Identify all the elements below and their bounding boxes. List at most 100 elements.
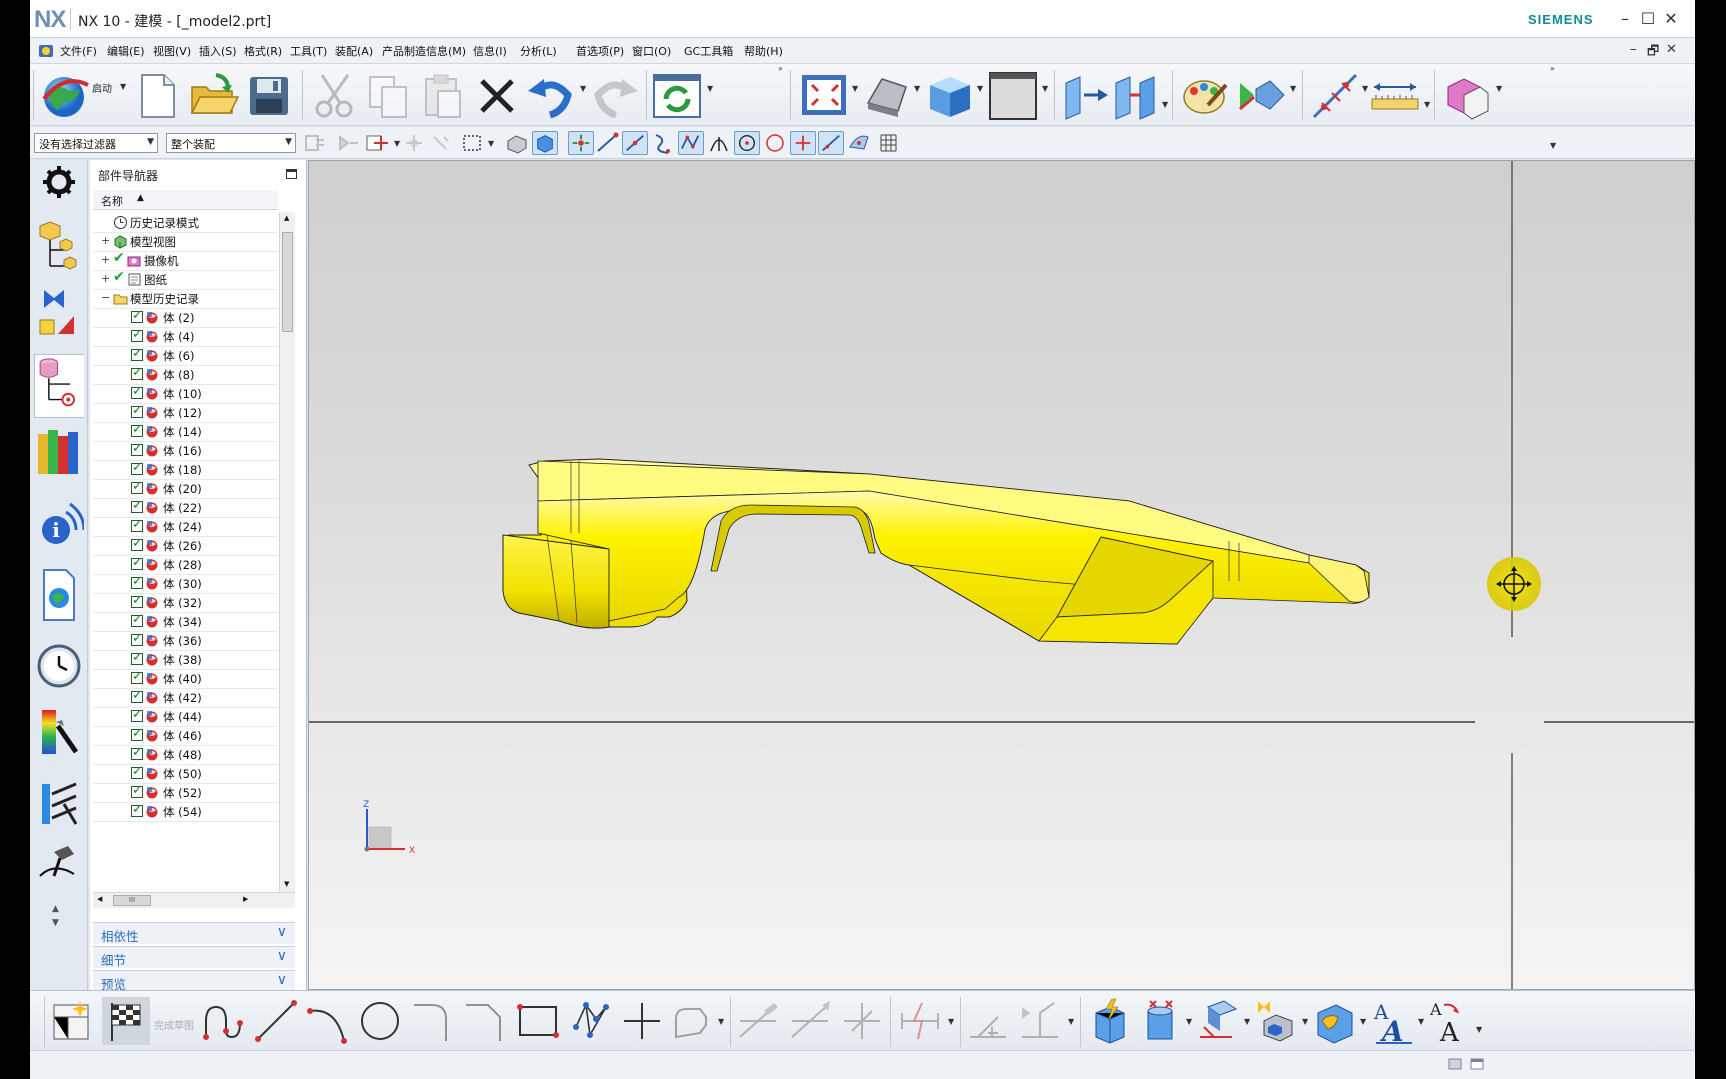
measure-length-icon[interactable] <box>1368 69 1422 123</box>
snap-point-on-curve-icon[interactable] <box>818 131 844 155</box>
feature-checkbox[interactable] <box>131 726 143 741</box>
visibility-check-icon[interactable]: ✔ <box>113 250 125 266</box>
circle-icon[interactable] <box>356 997 404 1045</box>
feature-checkbox[interactable] <box>131 365 143 380</box>
preview-panel[interactable]: 预览 ∨ <box>93 970 295 992</box>
paste-icon[interactable] <box>416 69 470 123</box>
process-studio-icon[interactable] <box>34 774 84 838</box>
background-icon[interactable] <box>986 69 1040 123</box>
visibility-check-icon[interactable]: ✔ <box>113 269 125 285</box>
datum-plane-icon[interactable] <box>1194 997 1242 1045</box>
tree-node-model-views[interactable]: + 模型视图 <box>93 231 278 252</box>
feature-row[interactable]: 体 (48) <box>93 744 278 765</box>
yellow-part-body[interactable] <box>502 458 1370 645</box>
scroll-up-arrow[interactable]: ▲ <box>284 214 289 222</box>
select-body-icon[interactable] <box>504 131 530 155</box>
menu-tools[interactable]: 工具(T) <box>290 43 327 59</box>
menu-preferences[interactable]: 首选项(P) <box>576 43 624 59</box>
feature-checkbox[interactable] <box>131 479 143 494</box>
feature-checkbox[interactable] <box>131 593 143 608</box>
show-hide-icon[interactable] <box>1234 69 1288 123</box>
doc-close-button[interactable]: ✕ <box>1666 42 1677 57</box>
expand-icon[interactable]: + <box>101 234 110 247</box>
name-column-header[interactable]: 名称 ▲ <box>93 190 278 210</box>
fit-view-icon[interactable] <box>798 69 852 123</box>
hd3d-tools-icon[interactable]: i <box>34 494 84 558</box>
geometric-constraints-icon[interactable] <box>964 997 1012 1045</box>
menu-view[interactable]: 视图(V) <box>153 43 191 59</box>
feature-row[interactable]: 体 (24) <box>93 516 278 537</box>
feature-checkbox[interactable] <box>131 707 143 722</box>
scroll-down-arrow[interactable]: ▼ <box>284 880 289 888</box>
quick-trim-icon[interactable] <box>734 997 782 1045</box>
feature-checkbox[interactable] <box>131 745 143 760</box>
menu-insert[interactable]: 插入(S) <box>199 43 237 59</box>
feature-row[interactable]: 体 (8) <box>93 364 278 385</box>
navigator-vertical-scrollbar[interactable]: ▲ ▼ <box>279 212 295 892</box>
details-panel[interactable]: 细节 ∨ <box>93 946 295 968</box>
feature-row[interactable]: 体 (6) <box>93 345 278 366</box>
feature-row[interactable]: 体 (16) <box>93 440 278 461</box>
tree-node-model-history[interactable]: − 模型历史记录 <box>93 288 278 309</box>
navigator-horizontal-scrollbar[interactable]: ◀ III ▶ <box>93 892 295 908</box>
snap-point-icon[interactable] <box>364 131 390 155</box>
view-orientation-icon[interactable] <box>922 69 976 123</box>
feature-checkbox[interactable] <box>131 308 143 323</box>
update-model-icon[interactable] <box>650 69 704 123</box>
menu-gc-toolkit[interactable]: GC工具箱 <box>684 43 733 59</box>
snap-points-toggle-icon[interactable] <box>568 131 594 155</box>
type-filter-dropdown[interactable]: 没有选择过滤器 ▼ <box>34 133 158 153</box>
snap-mid-point-icon[interactable] <box>622 131 648 155</box>
feature-checkbox[interactable] <box>131 555 143 570</box>
feature-row[interactable]: 体 (46) <box>93 725 278 746</box>
profile-icon[interactable] <box>200 997 248 1045</box>
feature-row[interactable]: 体 (2) <box>93 307 278 328</box>
feature-checkbox[interactable] <box>131 498 143 513</box>
point-icon[interactable] <box>618 997 666 1045</box>
measure-distance-icon[interactable] <box>1308 69 1362 123</box>
maximize-panel-icon[interactable] <box>286 169 297 179</box>
assembly-navigator-icon[interactable] <box>34 220 84 284</box>
feature-row[interactable]: 体 (40) <box>93 668 278 689</box>
feature-row[interactable]: 体 (36) <box>93 630 278 651</box>
snap-arc-center-icon[interactable] <box>706 131 732 155</box>
feature-row[interactable]: 体 (10) <box>93 383 278 404</box>
feature-row[interactable]: 体 (12) <box>93 402 278 423</box>
full-screen-icon[interactable] <box>1470 1057 1484 1071</box>
roles-gear-icon[interactable] <box>34 160 84 224</box>
feature-checkbox[interactable] <box>131 688 143 703</box>
doc-restore-button[interactable]: 🗗 <box>1647 42 1659 64</box>
menu-window[interactable]: 窗口(O) <box>632 43 671 59</box>
fillet-icon[interactable] <box>408 997 456 1045</box>
grid-icon[interactable] <box>876 131 902 155</box>
feature-checkbox[interactable] <box>131 783 143 798</box>
doc-minimize-button[interactable]: – <box>1630 42 1637 57</box>
feature-checkbox[interactable] <box>131 403 143 418</box>
rectangle-select-icon[interactable] <box>460 131 486 155</box>
feature-checkbox[interactable] <box>131 460 143 475</box>
history-clock-icon[interactable] <box>34 634 84 698</box>
finish-sketch-label[interactable]: 完成草图 <box>154 1017 194 1032</box>
feature-row[interactable]: 体 (50) <box>93 763 278 784</box>
cut-icon[interactable] <box>308 69 362 123</box>
tree-node-history-mode[interactable]: 历史记录模式 <box>93 212 278 233</box>
snap-point-on-face-icon[interactable] <box>846 131 872 155</box>
machining-knowledge-icon[interactable] <box>34 836 84 900</box>
vertical-scroll-thumb[interactable] <box>282 232 293 332</box>
menu-assembly[interactable]: 装配(A) <box>335 43 373 59</box>
line-icon[interactable] <box>252 997 300 1045</box>
menu-analysis[interactable]: 分析(L) <box>520 43 557 59</box>
edit-object-display-icon[interactable] <box>1178 69 1232 123</box>
pick-component-icon[interactable] <box>428 131 454 155</box>
text-along-curve-icon[interactable]: A A <box>1426 997 1474 1045</box>
web-browser-icon[interactable] <box>34 564 84 628</box>
menu-information[interactable]: 信息(I) <box>473 43 507 59</box>
feature-row[interactable]: 体 (20) <box>93 478 278 499</box>
sketch-icon[interactable] <box>50 997 98 1045</box>
resource-scroll-down[interactable]: ▼ <box>52 918 59 928</box>
chamfer-icon[interactable] <box>460 997 508 1045</box>
offset-curve-icon[interactable] <box>666 997 714 1045</box>
feature-checkbox[interactable] <box>131 422 143 437</box>
feature-row[interactable]: 体 (38) <box>93 649 278 670</box>
arc-icon[interactable] <box>304 997 352 1045</box>
